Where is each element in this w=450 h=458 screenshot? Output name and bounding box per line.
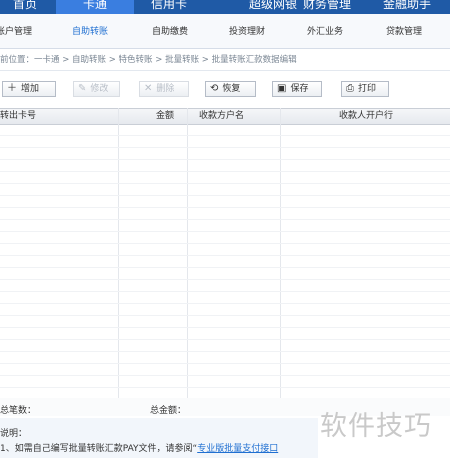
- total-count-label: 总笔数：: [0, 406, 37, 416]
- restore-button[interactable]: ⟲ 恢复: [205, 81, 256, 97]
- subtab-self-transfer[interactable]: 自助转账: [72, 24, 108, 37]
- save-button-label: 保存: [290, 84, 309, 94]
- delete-button[interactable]: ✕ 删除: [139, 81, 189, 97]
- print-button-label: 打印: [358, 84, 377, 94]
- print-button[interactable]: ⎙ 打印: [341, 81, 389, 97]
- breadcrumb: 前位置：一卡通 > 自助转账 > 特色转账 > 批量转账 > 批量转账汇款数据编…: [0, 55, 297, 65]
- table-row[interactable]: [0, 352, 450, 364]
- table-row[interactable]: [0, 148, 450, 160]
- batch-pay-interface-link[interactable]: 专业版批量支付接口: [197, 444, 278, 454]
- note-body: 1、如需自己编写批量转账汇款PAY文件，请参阅“: [0, 444, 198, 454]
- printer-icon: ⎙: [346, 83, 354, 94]
- save-button[interactable]: ▣ 保存: [272, 81, 322, 97]
- table-body[interactable]: [0, 124, 450, 400]
- table-row[interactable]: [0, 376, 450, 388]
- tab-credit-card[interactable]: 信用卡: [134, 0, 204, 14]
- table-row[interactable]: [0, 160, 450, 172]
- table-row[interactable]: [0, 256, 450, 268]
- add-button[interactable]: ＋ 增加: [2, 81, 56, 97]
- table-row[interactable]: [0, 340, 450, 352]
- subtab-loan-mgmt[interactable]: 贷款管理: [386, 24, 422, 37]
- tab-finance-assistant[interactable]: 金融助手: [362, 0, 450, 14]
- table-row[interactable]: [0, 364, 450, 376]
- restore-button-label: 恢复: [222, 84, 241, 94]
- tab-home[interactable]: 首页: [0, 0, 56, 14]
- tab-card[interactable]: 卡通: [56, 0, 134, 14]
- col-header-from-card[interactable]: 转出卡号: [0, 109, 36, 124]
- delete-button-label: 删除: [156, 84, 175, 94]
- restore-icon: ⟲: [210, 83, 219, 94]
- table-row[interactable]: [0, 268, 450, 280]
- table-row[interactable]: [0, 136, 450, 148]
- subtab-account-mgmt[interactable]: 账户管理: [0, 24, 32, 37]
- edit-button-label: 修改: [90, 84, 109, 94]
- table-row[interactable]: [0, 316, 450, 328]
- tab-finance-mgmt[interactable]: 财务管理: [286, 0, 368, 14]
- add-button-label: 增加: [21, 84, 40, 94]
- edit-icon: ✎: [78, 83, 87, 94]
- table-row[interactable]: [0, 208, 450, 220]
- sub-nav: 账户管理 自助转账 自助缴费 投资理财 外汇业务 贷款管理: [0, 14, 450, 49]
- table-row[interactable]: [0, 304, 450, 316]
- watermark: 软件技巧: [320, 411, 432, 442]
- table-row[interactable]: [0, 328, 450, 340]
- divider: [0, 70, 450, 71]
- table-row[interactable]: [0, 232, 450, 244]
- edit-button[interactable]: ✎ 修改: [73, 81, 120, 97]
- col-header-payee-name[interactable]: 收款方户名: [199, 109, 244, 124]
- table-row[interactable]: [0, 124, 450, 136]
- table-row[interactable]: [0, 292, 450, 304]
- save-icon: ▣: [277, 83, 287, 94]
- table-row[interactable]: [0, 184, 450, 196]
- table-header: 转出卡号 金额 收款方户名 收款人开户行: [0, 108, 450, 125]
- subtab-investment[interactable]: 投资理财: [229, 24, 265, 37]
- col-header-amount[interactable]: 金额: [156, 109, 174, 124]
- note-text: 1、如需自己编写批量转账汇款PAY文件，请参阅“专业版批量支付接口: [0, 441, 278, 454]
- table-row[interactable]: [0, 220, 450, 232]
- table-row[interactable]: [0, 244, 450, 256]
- table-row[interactable]: [0, 196, 450, 208]
- table-row[interactable]: [0, 172, 450, 184]
- delete-icon: ✕: [144, 83, 153, 94]
- plus-icon: ＋: [7, 83, 17, 94]
- top-nav: 首页 卡通 信用卡 超级网银 财务管理 金融助手: [0, 0, 450, 14]
- total-amount-label: 总金额：: [150, 406, 187, 416]
- subtab-self-payment[interactable]: 自助缴费: [152, 24, 188, 37]
- col-header-payee-bank[interactable]: 收款人开户行: [339, 109, 393, 124]
- table-row[interactable]: [0, 280, 450, 292]
- subtab-forex[interactable]: 外汇业务: [307, 24, 343, 37]
- note-title: 说明：: [0, 429, 28, 439]
